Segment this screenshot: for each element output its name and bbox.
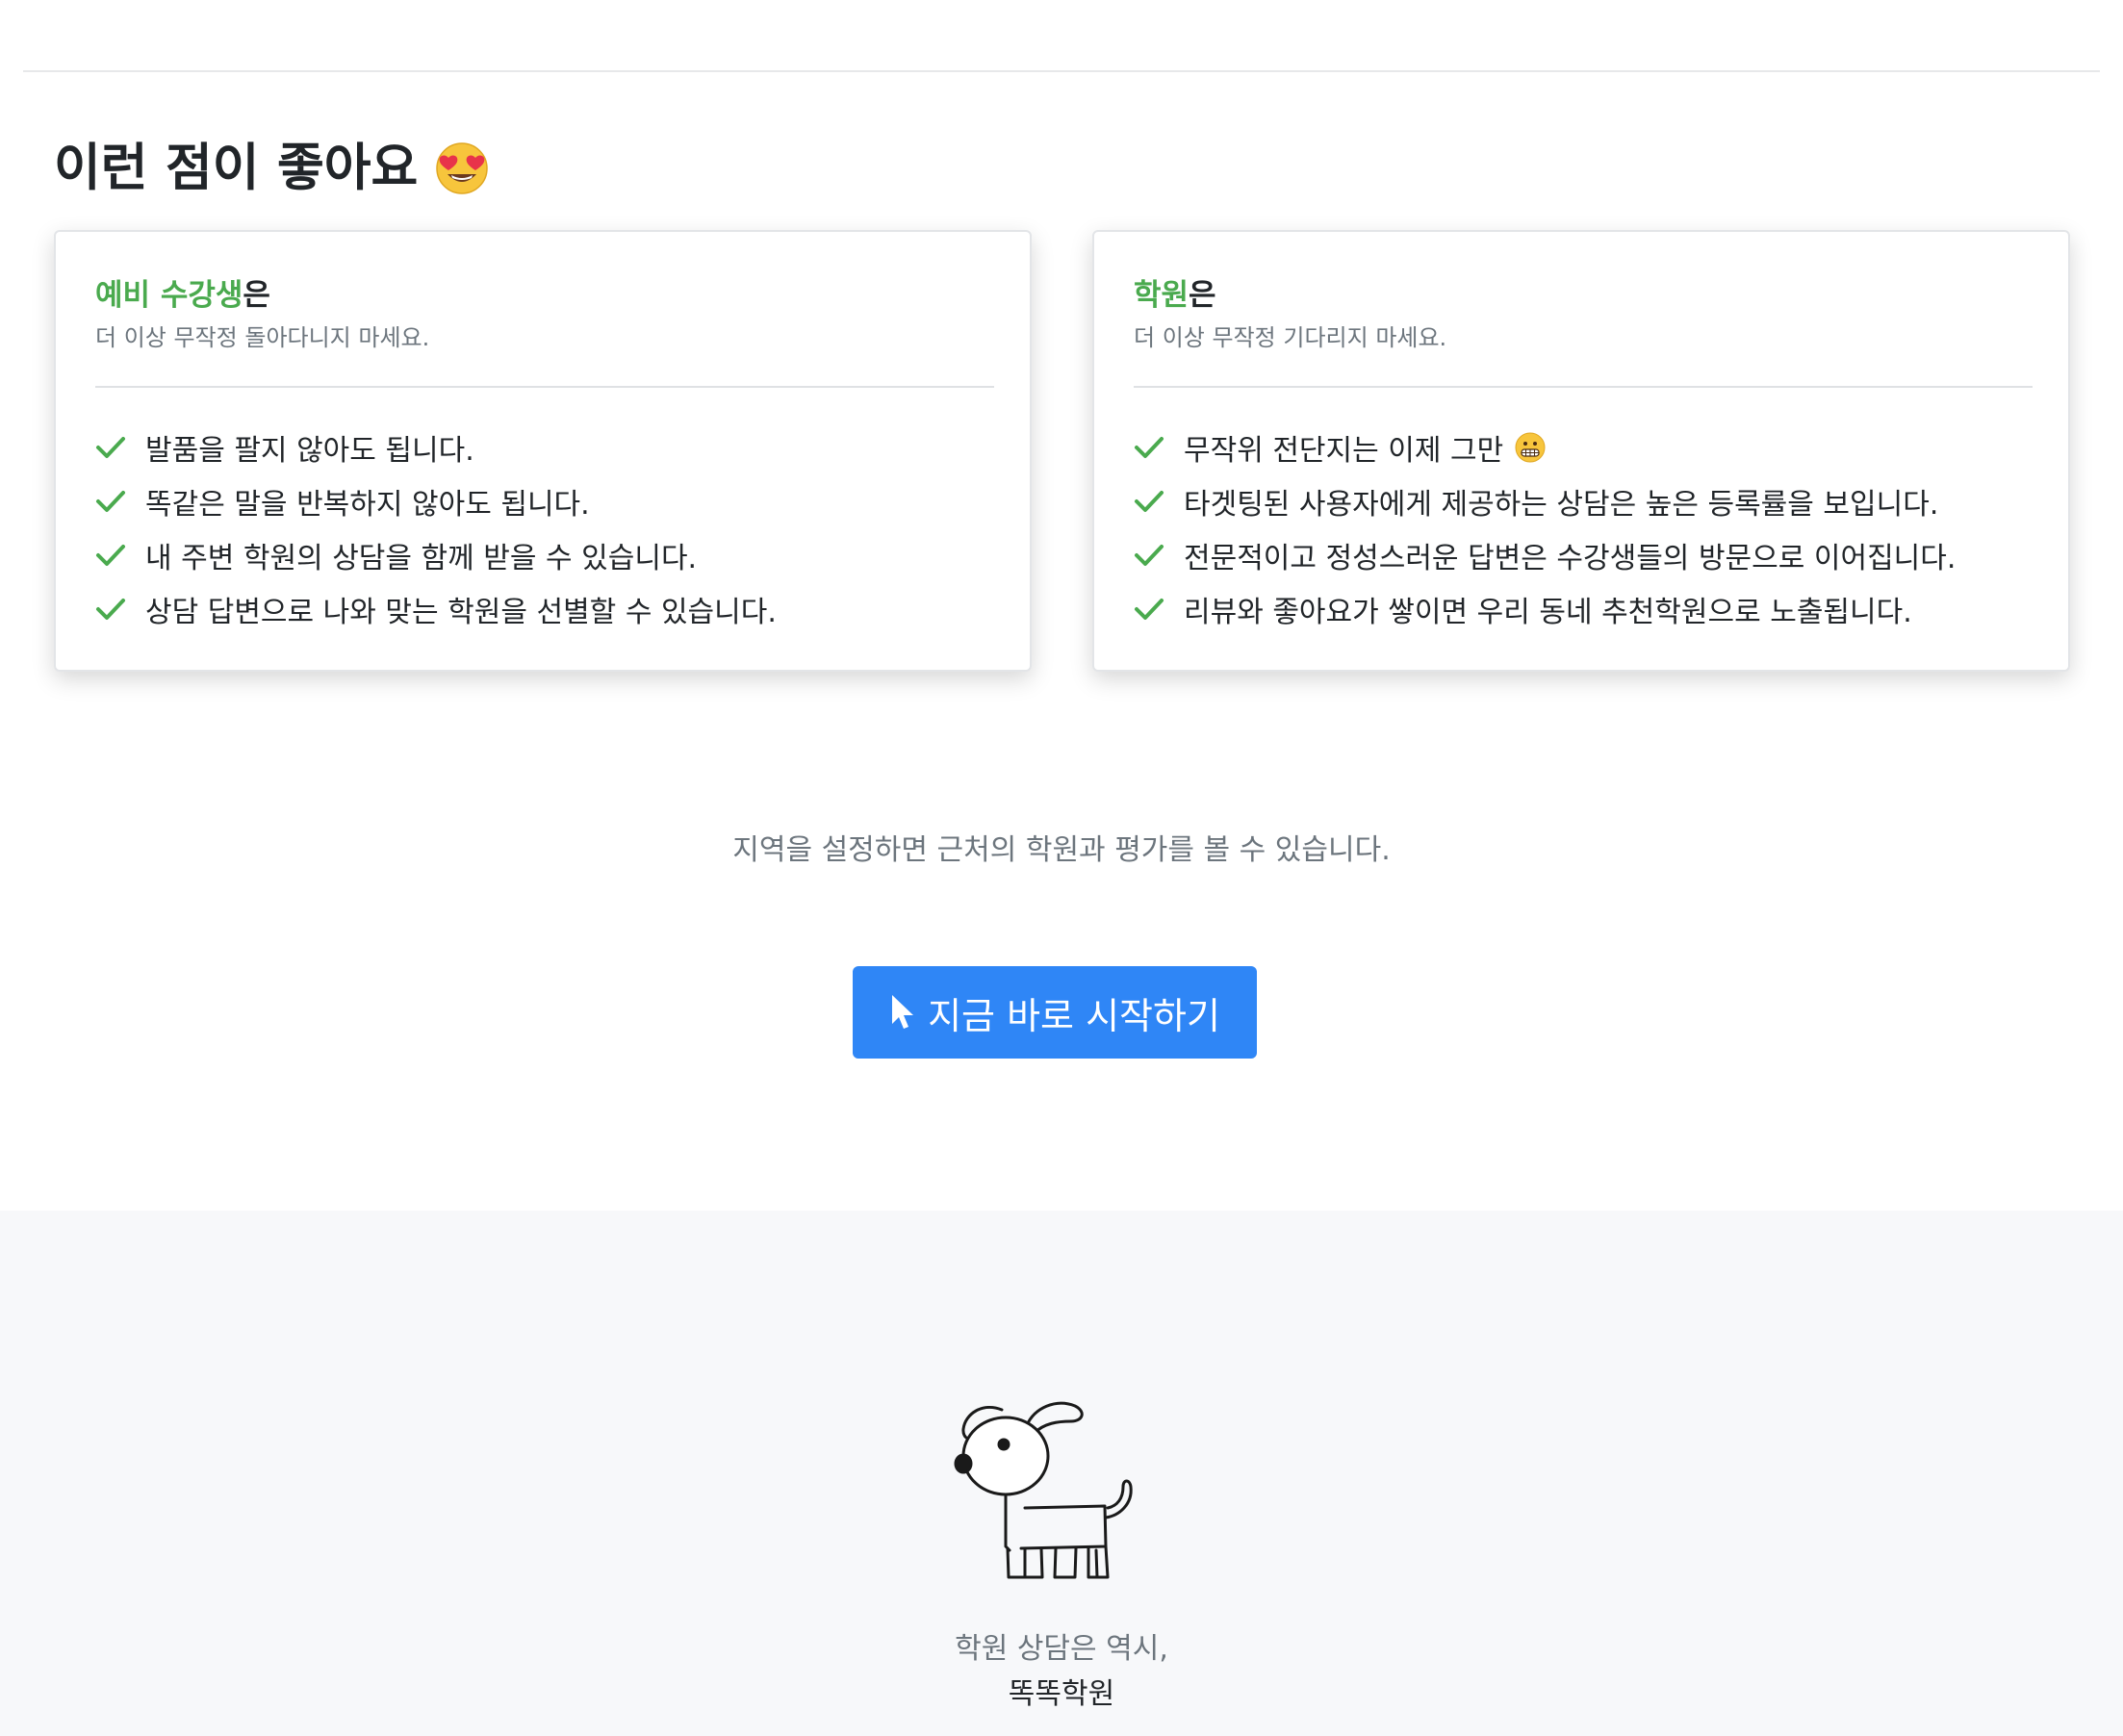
check-icon [1135,545,1164,566]
check-icon [96,545,125,566]
check-icon [96,437,125,458]
academy-card-heading-highlight: 학원 [1134,278,1189,313]
section-title-text: 이런 점이 좋아요 [54,139,419,197]
academy-benefit-list: 무작위 전단지는 이제 그만 타겟팅된 사용자에게 제공하는 상담은 높은 등록… [1134,421,1956,636]
footer-brand-name: 똑똑학원 [1008,1677,1115,1711]
benefit-text: 내 주변 학원의 상담을 함께 받을 수 있습니다. [145,542,698,575]
benefit-list-item: 내 주변 학원의 상담을 함께 받을 수 있습니다. [95,528,777,582]
benefit-text: 전문적이고 정성스러운 답변은 수강생들의 방문으로 이어집니다. [1184,542,1957,575]
student-benefit-list: 발품을 팔지 않아도 됩니다. 똑같은 말을 반복하지 않아도 됩니다. 내 주… [95,421,777,636]
heart-eyes-emoji-icon [436,142,488,194]
academy-benefits-card: 학원은 더 이상 무작정 기다리지 마세요. 무작위 전단지는 이제 그만 타겟… [1092,230,2070,672]
student-card-heading-highlight: 예비 수강생 [95,278,243,313]
top-divider [23,70,2100,72]
benefit-text: 똑같은 말을 반복하지 않아도 됩니다. [145,488,590,522]
student-card-heading: 예비 수강생은 [95,274,270,317]
start-now-button-label: 지금 바로 시작하기 [928,994,1220,1037]
benefit-text: 리뷰와 좋아요가 쌓이면 우리 동네 추천학원으로 노출됩니다. [1184,596,1912,629]
student-card-divider [95,386,994,388]
check-icon [96,491,125,512]
region-setting-description: 지역을 설정하면 근처의 학원과 평가를 볼 수 있습니다. [732,833,1391,867]
benefit-text: 타겟팅된 사용자에게 제공하는 상담은 높은 등록률을 보입니다. [1184,488,1939,522]
check-icon [1135,491,1164,512]
mouse-pointer-icon [892,995,914,1029]
benefit-text: 무작위 전단지는 이제 그만 [1184,434,1504,468]
student-card-heading-suffix: 은 [243,278,270,313]
check-icon [1135,599,1164,620]
academy-card-divider [1134,386,2033,388]
student-benefits-card: 예비 수강생은 더 이상 무작정 돌아다니지 마세요. 발품을 팔지 않아도 됩… [54,230,1032,672]
benefit-list-item: 상담 답변으로 나와 맞는 학원을 선별할 수 있습니다. [95,582,777,636]
benefit-list-item: 무작위 전단지는 이제 그만 [1134,421,1956,474]
footer-tagline: 학원 상담은 역시, [955,1632,1168,1666]
start-now-button[interactable]: 지금 바로 시작하기 [853,966,1257,1059]
student-card-subtitle: 더 이상 무작정 돌아다니지 마세요. [95,324,430,351]
academy-card-subtitle: 더 이상 무작정 기다리지 마세요. [1134,324,1447,351]
grimacing-emoji-icon [1515,432,1546,463]
benefit-list-item: 리뷰와 좋아요가 쌓이면 우리 동네 추천학원으로 노출됩니다. [1134,582,1956,636]
academy-card-heading: 학원은 [1134,274,1216,317]
benefit-list-item: 타겟팅된 사용자에게 제공하는 상담은 높은 등록률을 보입니다. [1134,474,1956,528]
benefit-list-item: 똑같은 말을 반복하지 않아도 됩니다. [95,474,777,528]
benefit-text: 발품을 팔지 않아도 됩니다. [145,434,474,468]
check-icon [96,599,125,620]
section-title: 이런 점이 좋아요 [54,135,489,202]
academy-card-heading-suffix: 은 [1189,278,1216,313]
benefit-text: 상담 답변으로 나와 맞는 학원을 선별할 수 있습니다. [145,596,777,629]
check-icon [1135,437,1164,458]
benefit-list-item: 전문적이고 정성스러운 답변은 수강생들의 방문으로 이어집니다. [1134,528,1956,582]
benefit-list-item: 발품을 팔지 않아도 됩니다. [95,421,777,474]
dog-mascot-illustration [954,1401,1133,1579]
